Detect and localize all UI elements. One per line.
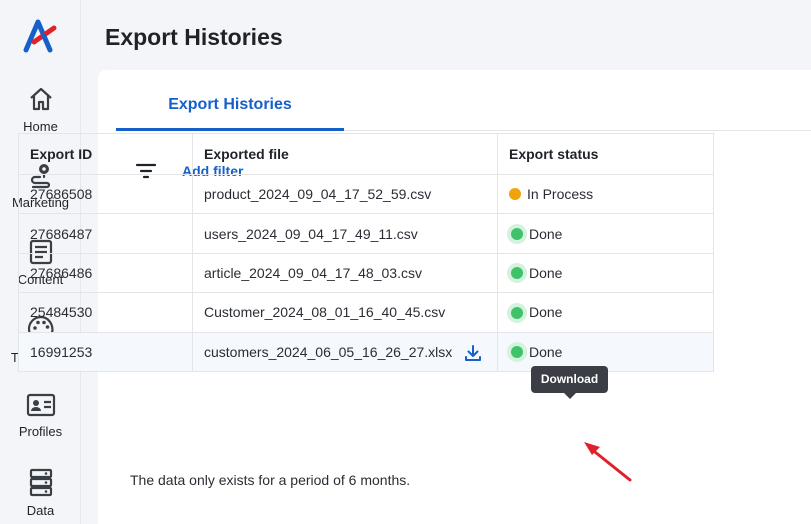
export-status-cell: Done (497, 252, 714, 294)
export-id-cell: 16991253 (18, 331, 193, 372)
sidebar-item-data[interactable]: Data (0, 467, 81, 524)
tab-bar: Export Histories (116, 70, 811, 131)
status-label: In Process (527, 186, 594, 203)
status-label: Done (529, 264, 563, 281)
tab-export-histories[interactable]: Export Histories (116, 70, 344, 131)
exported-file-cell: Customer_2024_08_01_16_40_45.csv (192, 292, 498, 333)
exported-file-name: customers_2024_06_05_16_26_27.xlsx (204, 343, 453, 360)
exported-file-cell: users_2024_09_04_17_49_11.csv (192, 213, 498, 254)
table-row: 27686486 article_2024_09_04_17_48_03.csv… (18, 252, 714, 294)
sidebar-item-profiles[interactable]: Profiles (0, 392, 81, 462)
download-icon[interactable] (463, 343, 483, 363)
exported-file-cell: product_2024_09_04_17_52_59.csv (192, 173, 498, 215)
status-label: Done (529, 225, 563, 242)
sidebar-item-label: Data (26, 503, 55, 518)
column-header-exported-file[interactable]: Exported file (192, 133, 498, 175)
export-id-cell: 27686486 (18, 252, 193, 294)
profile-card-icon (26, 393, 55, 417)
status-done-dot (511, 267, 523, 280)
sidebar-item-label: Home (23, 119, 58, 134)
export-status-cell: Done (497, 292, 714, 333)
download-tooltip: Download (531, 366, 608, 399)
column-header-export-id[interactable]: Export ID (18, 133, 193, 175)
export-id-cell: 25484530 (18, 292, 193, 333)
table-row: 27686508 product_2024_09_04_17_52_59.csv… (18, 173, 714, 215)
export-id-cell: 27686487 (18, 213, 193, 254)
home-icon (29, 87, 52, 111)
export-table: Export ID Exported file Export status 27… (18, 133, 714, 372)
status-done-dot (511, 346, 523, 359)
export-status-cell: In Process (497, 173, 714, 215)
status-done-dot (511, 227, 523, 240)
status-done-dot (511, 306, 523, 319)
retention-note: The data only exists for a period of 6 m… (130, 472, 411, 488)
export-status-cell: Done (497, 213, 714, 254)
annotation-arrow-icon (584, 442, 632, 482)
table-row: 25484530 Customer_2024_08_01_16_40_45.cs… (18, 292, 714, 333)
sidebar-item-label: Profiles (18, 424, 63, 439)
page-title: Export Histories (105, 24, 283, 50)
status-label: Done (529, 304, 563, 321)
status-label: Done (529, 343, 563, 360)
table-row: 27686487 users_2024_09_04_17_49_11.csv D… (18, 213, 714, 254)
database-icon (29, 468, 52, 497)
table-header-row: Export ID Exported file Export status (18, 133, 714, 175)
exported-file-cell: customers_2024_06_05_16_26_27.xlsx (192, 331, 498, 372)
status-in-process-dot (509, 188, 521, 201)
export-id-cell: 27686508 (18, 173, 193, 215)
column-header-export-status[interactable]: Export status (497, 133, 714, 175)
app-logo (23, 19, 57, 53)
table-row: 16991253 customers_2024_06_05_16_26_27.x… (18, 331, 714, 372)
exported-file-cell: article_2024_09_04_17_48_03.csv (192, 252, 498, 294)
